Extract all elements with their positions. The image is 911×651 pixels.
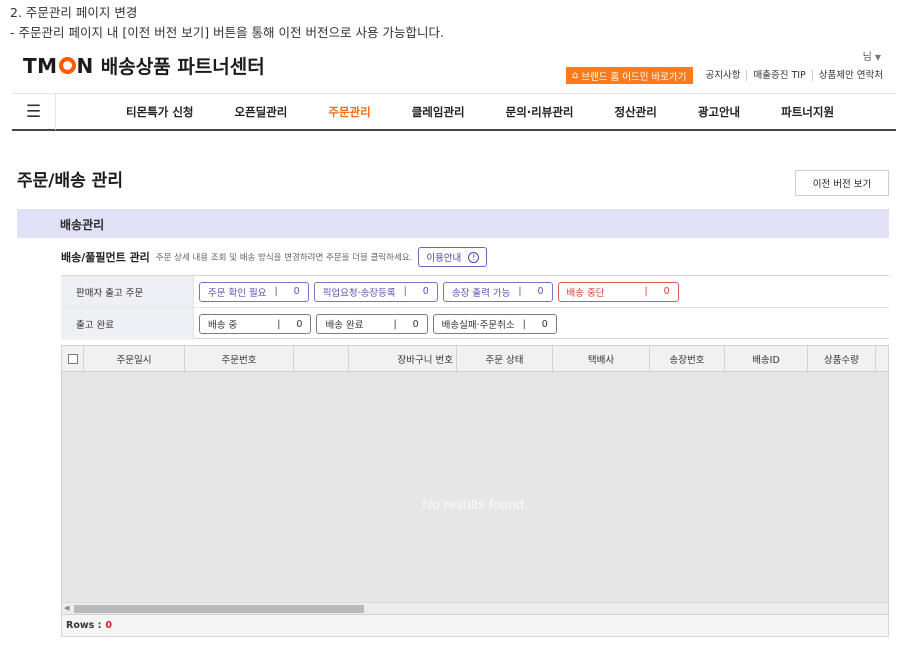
- status-row-seller-shipping: 판매자 출고 주문 주문 확인 필요 | 0 픽업요청·송장등록 | 0 송장 출력 가…: [61, 276, 889, 308]
- status-filter-table: 판매자 출고 주문 주문 확인 필요 | 0 픽업요청·송장등록 | 0 송장 출력 가…: [61, 275, 889, 340]
- section-title: 배송관리: [60, 218, 105, 232]
- user-label: 님: [862, 52, 872, 63]
- main-nav: ☰ 티몬특가 신청 오픈딜관리 주문관리 클레임관리 문의·리뷰관리 정산관리 …: [12, 93, 896, 131]
- product-contact-link[interactable]: 상품제안 연락처: [811, 70, 889, 81]
- chip-label: 송장 출력 가능: [451, 287, 511, 299]
- column-header[interactable]: 택배사: [553, 346, 650, 371]
- horizontal-scrollbar[interactable]: ◀: [62, 602, 888, 614]
- guide-button[interactable]: 이용안내 !: [418, 247, 488, 267]
- chip-separator: |: [403, 286, 407, 297]
- notice-link[interactable]: 공지사항: [700, 70, 747, 81]
- tmon-logo[interactable]: TM N: [23, 54, 94, 78]
- chip-label: 픽업요청·송장등록: [322, 287, 396, 299]
- status-chips: 배송 중 | 0 배송 완료 | 0 배송실패·주문취소 | 0: [194, 314, 557, 334]
- chip-separator: |: [393, 318, 397, 330]
- brand-home-label: 브랜드 홈 어드민 바로가기: [581, 71, 687, 83]
- chip-label: 배송 중단: [566, 287, 605, 299]
- guide-button-label: 이용안내: [426, 253, 462, 264]
- logo-o-ring-icon: [58, 57, 76, 74]
- brand-home-button[interactable]: ⌂ 브랜드 홈 어드민 바로가기: [565, 67, 693, 84]
- brand-header[interactable]: TM N 배송상품 파트너센터: [23, 52, 265, 79]
- nav-item-orders[interactable]: 주문관리: [328, 104, 370, 120]
- chip-count: 0: [422, 286, 429, 297]
- chip-separator: |: [522, 318, 526, 330]
- intro-line-2: - 주문관리 페이지 내 [이전 버전 보기] 버튼을 통해 이전 버전으로 사…: [10, 25, 444, 40]
- chip-label: 주문 확인 필요: [208, 287, 267, 299]
- nav-item-claims[interactable]: 클레임관리: [412, 104, 465, 120]
- chip-count: 0: [296, 318, 303, 330]
- chip-in-transit[interactable]: 배송 중 | 0: [199, 314, 312, 334]
- prev-version-button[interactable]: 이전 버전 보기: [795, 170, 889, 196]
- fulfillment-description: 주문 상세 내용 조회 및 배송 방식을 변경하려면 주문을 더블 클릭하세요.: [155, 253, 413, 263]
- rows-count-bar: Rows : 0: [61, 615, 889, 637]
- rows-label: Rows :: [66, 620, 102, 631]
- caret-down-icon: ▼: [874, 53, 881, 62]
- top-links: ⌂ 브랜드 홈 어드민 바로가기 공지사항 매출증진 TIP 상품제안 연락처: [565, 67, 889, 84]
- chip-shipping-halted[interactable]: 배송 중단 | 0: [557, 281, 679, 302]
- chip-count: 0: [663, 286, 670, 297]
- hamburger-menu-icon[interactable]: ☰: [12, 93, 56, 130]
- fulfillment-title: 배송/풀필먼트 관리: [61, 251, 150, 264]
- nav-item-settlement[interactable]: 정산관리: [614, 104, 656, 120]
- chip-pickup-invoice-register[interactable]: 픽업요청·송장등록 | 0: [313, 281, 438, 302]
- status-row-shipped: 출고 완료 배송 중 | 0 배송 완료 | 0 배송실패·주문취소 | 0: [61, 308, 889, 340]
- chip-label: 배송실패·주문취소: [441, 320, 515, 331]
- logo-text-right: N: [76, 53, 94, 78]
- intro-line-1: 2. 주문관리 페이지 변경: [10, 5, 138, 20]
- select-all-cell: [62, 346, 84, 371]
- empty-message: No results found.: [422, 496, 528, 512]
- chip-count: 0: [537, 286, 544, 297]
- section-bar: 배송관리: [17, 209, 889, 238]
- column-header[interactable]: 주문번호: [185, 346, 294, 371]
- intro-text: 2. 주문관리 페이지 변경 - 주문관리 페이지 내 [이전 버전 보기] 버…: [10, 3, 444, 43]
- column-header[interactable]: [294, 346, 349, 371]
- chip-separator: |: [644, 286, 648, 297]
- select-all-checkbox[interactable]: [67, 353, 78, 364]
- chip-separator: |: [277, 318, 281, 330]
- column-header[interactable]: 주문일시: [84, 346, 185, 371]
- nav-item-special-deal[interactable]: 티몬특가 신청: [126, 104, 193, 120]
- chip-order-confirm-needed[interactable]: 주문 확인 필요 | 0: [199, 281, 309, 302]
- info-icon: !: [468, 251, 480, 263]
- status-chips: 주문 확인 필요 | 0 픽업요청·송장등록 | 0 송장 출력 가능 | 0 배송 중단 |…: [194, 281, 679, 302]
- nav-item-open-deal[interactable]: 오픈딜관리: [234, 104, 287, 120]
- column-header[interactable]: 송장번호: [650, 346, 725, 371]
- page-title: 주문/배송 관리: [17, 171, 123, 191]
- chip-count: 0: [293, 286, 300, 297]
- status-row-label: 출고 완료: [61, 308, 194, 340]
- column-header[interactable]: 상품수량: [808, 346, 876, 371]
- chip-separator: |: [518, 286, 522, 297]
- column-header[interactable]: 장바구니 번호: [349, 346, 457, 371]
- rows-value: 0: [105, 620, 113, 631]
- chip-invoice-printable[interactable]: 송장 출력 가능 | 0: [442, 281, 553, 302]
- sales-tip-link[interactable]: 매출증진 TIP: [746, 70, 811, 81]
- chip-count: 0: [541, 318, 548, 330]
- logo-subtitle: 배송상품 파트너센터: [100, 56, 265, 78]
- orders-grid: 주문일시 주문번호 장바구니 번호 주문 상태 택배사 송장번호 배송ID 상품…: [61, 345, 889, 615]
- column-header[interactable]: 배송ID: [725, 346, 808, 371]
- home-icon: ⌂: [571, 70, 579, 81]
- user-menu[interactable]: 님 ▼: [863, 48, 881, 63]
- chip-count: 0: [412, 318, 419, 330]
- logo-text-left: TM: [23, 53, 58, 78]
- scroll-left-arrow-icon[interactable]: ◀: [64, 604, 69, 612]
- chip-separator: |: [274, 286, 278, 297]
- chip-label: 배송 중: [208, 320, 238, 331]
- chip-delivered[interactable]: 배송 완료 | 0: [316, 314, 428, 334]
- column-header[interactable]: 주문 상태: [457, 346, 553, 371]
- chip-failed-cancelled[interactable]: 배송실패·주문취소 | 0: [432, 314, 557, 334]
- nav-items: 티몬특가 신청 오픈딜관리 주문관리 클레임관리 문의·리뷰관리 정산관리 광고…: [126, 104, 875, 120]
- nav-item-partner-support[interactable]: 파트너지원: [781, 104, 834, 120]
- nav-item-inquiry-review[interactable]: 문의·리뷰관리: [506, 104, 574, 120]
- fulfillment-subhead: 배송/풀필먼트 관리 주문 상세 내용 조회 및 배송 방식을 변경하려면 주문…: [61, 247, 488, 267]
- status-row-label: 판매자 출고 주문: [61, 276, 194, 307]
- grid-header: 주문일시 주문번호 장바구니 번호 주문 상태 택배사 송장번호 배송ID 상품…: [62, 346, 888, 372]
- nav-item-ads[interactable]: 광고안내: [698, 104, 740, 120]
- scrollbar-thumb[interactable]: [74, 605, 364, 613]
- chip-label: 배송 완료: [325, 320, 364, 331]
